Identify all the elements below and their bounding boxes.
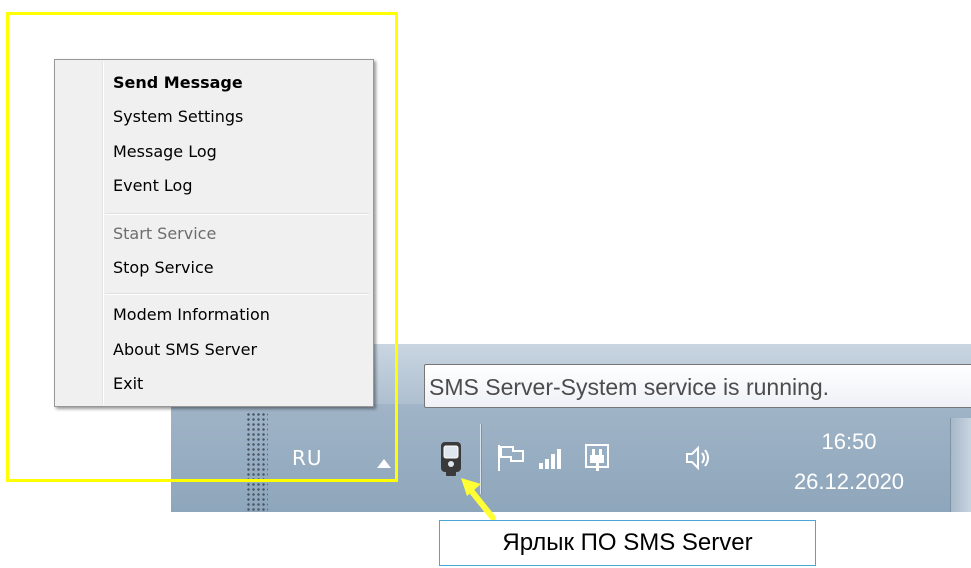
power-plug-icon — [585, 444, 609, 471]
signal-icon — [539, 449, 561, 469]
arrow-pointer-icon — [461, 478, 496, 521]
show-desktop-button[interactable] — [950, 418, 971, 512]
clock-time: 16:50 — [821, 429, 877, 454]
clock-date: 26.12.2020 — [793, 469, 905, 494]
speaker-icon — [686, 445, 709, 471]
caption-label: Ярлык ПО SMS Server — [439, 520, 816, 566]
taskbar-clock[interactable]: 16:50 26.12.2020 — [774, 422, 924, 502]
power-tray-icon[interactable] — [578, 436, 618, 480]
network-tray-icon[interactable] — [532, 436, 572, 480]
flag-icon — [498, 445, 524, 471]
volume-tray-icon[interactable] — [680, 436, 720, 480]
highlight-frame — [6, 12, 398, 482]
tray-tooltip: SMS Server-System service is running. — [424, 364, 971, 408]
